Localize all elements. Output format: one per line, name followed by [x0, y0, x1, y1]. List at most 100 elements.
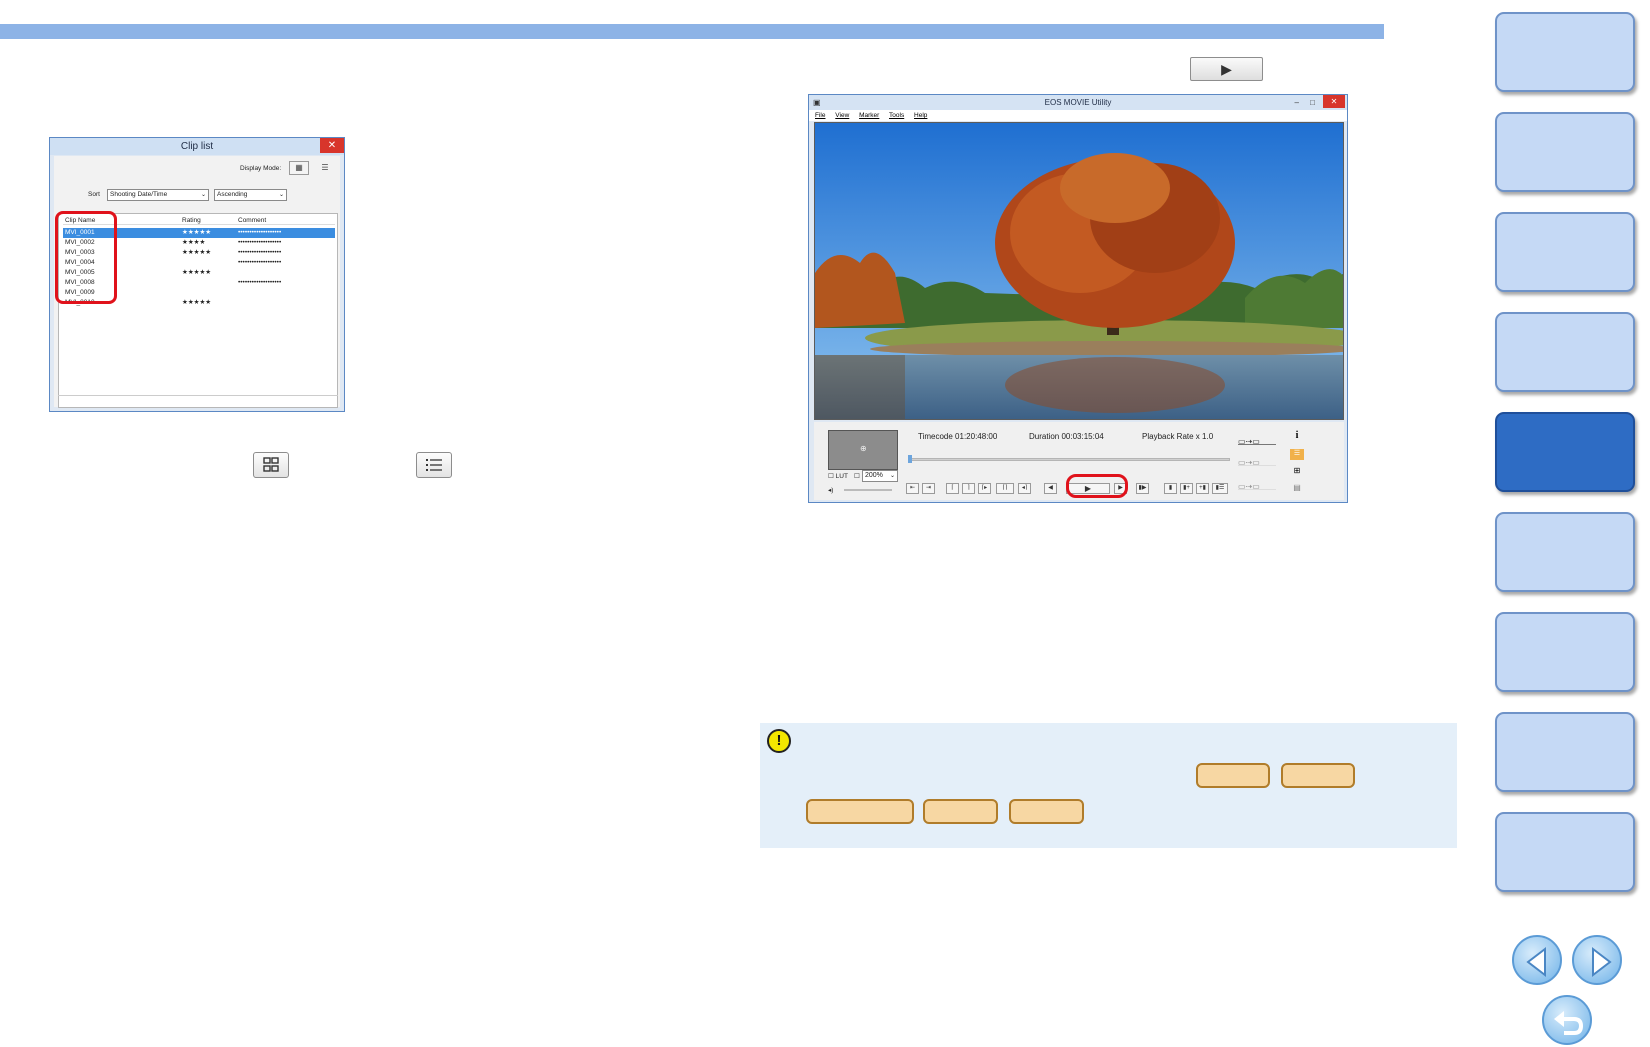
menu-bar: File View Marker Tools Help — [809, 110, 1347, 121]
highlight-ring — [1066, 474, 1128, 498]
sidebar-tab-3[interactable] — [1495, 212, 1635, 292]
column-header[interactable]: Comment — [238, 216, 266, 226]
arrow-left-icon — [1526, 946, 1546, 978]
tag-pill[interactable] — [1196, 763, 1270, 788]
go-in-button[interactable]: ⌈▸ — [978, 483, 991, 494]
zoom-select[interactable]: 200% ⌄ — [862, 470, 898, 482]
close-icon[interactable]: ✕ — [320, 138, 344, 153]
zoom-checkbox[interactable]: ☐ — [854, 472, 860, 480]
sidebar-tab-9[interactable] — [1495, 812, 1635, 892]
order-select[interactable]: Ascending ⌄ — [214, 189, 287, 201]
clip-rating: ★★★★★ — [182, 249, 212, 256]
clip-list-icon[interactable]: ☰ — [1290, 449, 1304, 460]
clip-rating: ★★★★★ — [182, 229, 212, 236]
tag-pill[interactable] — [806, 799, 914, 824]
step-forward-button[interactable]: ▮▶ — [1136, 483, 1149, 494]
clip-rating: ★★★★★ — [182, 269, 212, 276]
thumbnail-preview: ⊕ — [828, 430, 898, 470]
focus-icon: ⊕ — [860, 444, 867, 453]
seek-bar[interactable] — [910, 458, 1230, 461]
marker-prev-button[interactable]: ⇤ — [906, 483, 919, 494]
return-icon — [1554, 1011, 1584, 1035]
maximize-icon[interactable]: □ — [1310, 95, 1315, 110]
clip-list-titlebar: Clip list ✕ — [50, 138, 344, 155]
header-bar — [0, 24, 1384, 39]
lut-checkbox[interactable]: ☐ LUT — [828, 472, 848, 480]
landscape-frame — [815, 123, 1343, 419]
thumbnail-view-button[interactable]: ▦ — [289, 161, 309, 175]
export-button[interactable]: ▭⇢▭ — [1238, 431, 1276, 446]
settings-icon[interactable]: ▤ — [1290, 483, 1304, 494]
in-point-button[interactable]: ⌈ — [946, 483, 959, 494]
sidebar-tab-7[interactable] — [1495, 612, 1635, 692]
chevron-down-icon: ⌄ — [278, 192, 284, 198]
sidebar-tab-4[interactable] — [1495, 312, 1635, 392]
clip-comment: ••••••••••••••••••• — [238, 259, 282, 266]
sidebar-tab-5[interactable] — [1495, 412, 1635, 492]
sidebar-tab-2[interactable] — [1495, 112, 1635, 192]
split-view-icon[interactable]: ⊞ — [1290, 466, 1304, 477]
clip-rating: ★★★★★ — [182, 299, 212, 306]
clip-list-title: Clip list — [180, 141, 214, 152]
close-icon[interactable]: ✕ — [1323, 95, 1345, 108]
volume-slider[interactable] — [844, 489, 892, 491]
menu-view[interactable]: View — [835, 112, 849, 119]
clip-comment: ••••••••••••••••••• — [238, 249, 282, 256]
timecode: Timecode 01:20:48:00 — [918, 432, 998, 441]
order-select-value: Ascending — [217, 191, 248, 198]
marker-next-button[interactable]: ⇥ — [922, 483, 935, 494]
sort-label: Sort — [88, 191, 100, 198]
out-point-button[interactable]: ⌉ — [962, 483, 975, 494]
seek-handle[interactable] — [908, 455, 912, 463]
marker-button[interactable]: ▮ — [1164, 483, 1177, 494]
list-view-button[interactable]: ☰ — [315, 161, 335, 175]
sidebar-tab-6[interactable] — [1495, 512, 1635, 592]
menu-marker[interactable]: Marker — [859, 112, 879, 119]
go-range-button[interactable]: ⌈⌉ — [996, 483, 1014, 494]
menu-help[interactable]: Help — [914, 112, 927, 119]
go-out-button[interactable]: ◂⌉ — [1018, 483, 1031, 494]
display-mode-label: Display Mode: — [240, 165, 282, 172]
column-header[interactable]: Rating — [182, 216, 201, 226]
sidebar-tab-8[interactable] — [1495, 712, 1635, 792]
tag-pill[interactable] — [923, 799, 998, 824]
lut-label: LUT — [835, 473, 848, 480]
chevron-down-icon: ⌄ — [889, 473, 895, 479]
caution-icon: ! — [767, 729, 791, 753]
sort-select[interactable]: Shooting Date/Time ⌄ — [107, 189, 209, 201]
frame-grab-button[interactable]: ▭⇢▭ — [1238, 476, 1276, 491]
marker-list-button[interactable]: ▮☰ — [1212, 483, 1228, 494]
list-icon — [426, 459, 442, 471]
window-title: EOS MOVIE Utility — [1044, 98, 1112, 107]
eos-movie-utility-window: ▣ EOS MOVIE Utility – □ ✕ File View Mark… — [808, 94, 1348, 503]
menu-file[interactable]: File — [815, 112, 825, 119]
convert-button[interactable]: ▭⇢▭ — [1238, 452, 1276, 467]
duration: Duration 00:03:15:04 — [1029, 432, 1104, 441]
previous-page-button[interactable] — [1512, 935, 1562, 985]
thumbnail-view-button[interactable] — [253, 452, 289, 478]
next-page-button[interactable] — [1572, 935, 1622, 985]
clip-list-window: Clip list ✕ Display Mode: ▦ ☰ Sort Shoot… — [49, 137, 345, 412]
minimize-icon[interactable]: – — [1295, 95, 1299, 110]
info-icon[interactable]: i — [1290, 430, 1304, 442]
highlight-ring — [55, 211, 117, 304]
clip-comment: ••••••••••••••••••• — [238, 239, 282, 246]
sidebar-tab-1[interactable] — [1495, 12, 1635, 92]
remove-marker-button[interactable]: +▮ — [1196, 483, 1209, 494]
clip-comment: ••••••••••••••••••• — [238, 279, 282, 286]
tag-pill[interactable] — [1009, 799, 1084, 824]
volume-icon[interactable]: ◂) — [828, 486, 833, 494]
frame-grab-icon: ▭⇢▭ — [1238, 482, 1260, 491]
add-marker-button[interactable]: ▮+ — [1180, 483, 1193, 494]
return-button[interactable] — [1542, 995, 1592, 1045]
play-icon: ▶ — [1221, 61, 1232, 77]
list-view-button[interactable] — [416, 452, 452, 478]
tag-pill[interactable] — [1281, 763, 1355, 788]
arrow-right-icon — [1592, 946, 1612, 978]
convert-icon: ▭⇢▭ — [1238, 458, 1260, 467]
eos-titlebar: ▣ EOS MOVIE Utility – □ ✕ — [809, 95, 1347, 110]
play-button[interactable]: ▶ — [1190, 57, 1263, 81]
menu-tools[interactable]: Tools — [889, 112, 904, 119]
clip-comment: ••••••••••••••••••• — [238, 229, 282, 236]
prev-frame-button[interactable]: ◀ — [1044, 483, 1057, 494]
